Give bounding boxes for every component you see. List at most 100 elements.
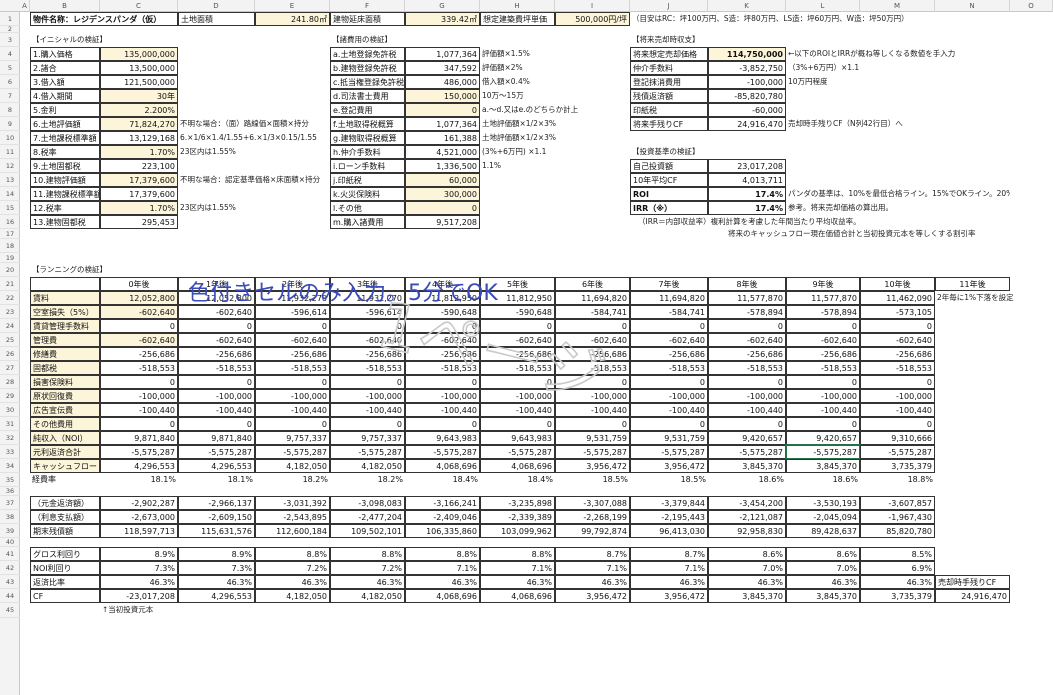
yield-4-year-0[interactable]: -23,017,208 [100, 589, 178, 603]
running-5-year-5[interactable]: -256,686 [480, 347, 555, 361]
initial-label-3[interactable]: 3.借入額 [30, 75, 100, 89]
running-12-year-9[interactable]: -5,575,287 [785, 444, 861, 460]
loan-1-year-9[interactable]: -3,530,193 [786, 496, 860, 510]
running-6-year-8[interactable]: -518,553 [708, 361, 786, 375]
running-1-year-10[interactable]: 11,462,090 [860, 291, 935, 305]
sale-note-2[interactable]: （3%+6万円）×1.1 [786, 61, 1010, 75]
running-13-year-9[interactable]: 3,845,370 [786, 459, 860, 473]
expense-value-2[interactable]: 347,592 [405, 61, 480, 75]
running-8-year-1[interactable]: -100,000 [178, 389, 255, 403]
running-section-title[interactable]: 【ランニングの検証】 [30, 263, 178, 277]
expense-ratio-year-8[interactable]: 18.6% [708, 473, 786, 487]
initial-label-11[interactable]: 11.建物課税標準額 [30, 187, 100, 201]
running-12-year-0[interactable]: -5,575,287 [100, 445, 178, 459]
loan-1-year-7[interactable]: -3,379,844 [630, 496, 708, 510]
running-9-year-8[interactable]: -100,440 [708, 403, 786, 417]
expense-note-6[interactable]: 土地評価額×1/2×3% [480, 117, 630, 131]
running-10-year-1[interactable]: 0 [178, 417, 255, 431]
unit-cost-label[interactable]: 想定建築費坪単価 [480, 12, 555, 26]
sale-value-4[interactable]: -85,820,780 [708, 89, 786, 103]
running-13-year-0[interactable]: 4,296,553 [100, 459, 178, 473]
running-4-year-7[interactable]: -602,640 [630, 333, 708, 347]
running-13-year-5[interactable]: 4,068,696 [480, 459, 555, 473]
expense-ratio-year-2[interactable]: 18.2% [255, 473, 330, 487]
running-5-year-3[interactable]: -256,686 [330, 347, 405, 361]
yield-1-year-4[interactable]: 8.8% [405, 547, 480, 561]
running-10-year-3[interactable]: 0 [330, 417, 405, 431]
expense-ratio-year-10[interactable]: 18.8% [860, 473, 935, 487]
running-8-year-8[interactable]: -100,000 [708, 389, 786, 403]
running-1-year-0[interactable]: 12,052,800 [100, 291, 178, 305]
floor-area-label[interactable]: 建物延床面積 [330, 12, 405, 26]
running-7-year-1[interactable]: 0 [178, 375, 255, 389]
running-12-year-8[interactable]: -5,575,287 [708, 445, 786, 459]
expense-label-2[interactable]: b.建物登録免許税 [330, 61, 405, 75]
sale-section-title[interactable]: 【将来売却時収支】 [630, 33, 786, 47]
running-13-year-6[interactable]: 3,956,472 [555, 459, 630, 473]
sale-value-6[interactable]: 24,916,470 [708, 117, 786, 131]
yield-label-4[interactable]: CF [30, 589, 100, 603]
running-13-year-3[interactable]: 4,182,050 [330, 459, 405, 473]
year-header-0[interactable]: 0年後 [100, 277, 178, 291]
running-3-year-7[interactable]: 0 [630, 319, 708, 333]
loan-3-year-4[interactable]: 106,335,860 [405, 524, 480, 538]
yield-4-year-2[interactable]: 4,182,050 [255, 589, 330, 603]
invest-note-3[interactable]: （IRR＝内部収益率）複利計算を考慮した年間当たり平均収益率。 [630, 215, 935, 229]
loan-2-year-6[interactable]: -2,268,199 [555, 510, 630, 524]
running-3-year-6[interactable]: 0 [555, 319, 630, 333]
loan-1-year-2[interactable]: -3,031,392 [255, 496, 330, 510]
yield-4-year-5[interactable]: 4,068,696 [480, 589, 555, 603]
expense-note-3[interactable]: 借入額×0.4% [480, 75, 630, 89]
loan-3-year-1[interactable]: 115,631,576 [178, 524, 255, 538]
running-10-year-0[interactable]: 0 [100, 417, 178, 431]
floor-area-value[interactable]: 339.42㎡ [405, 12, 480, 26]
yield-4-year-10[interactable]: 3,735,379 [860, 589, 935, 603]
running-4-year-2[interactable]: -602,640 [255, 333, 330, 347]
yield-2-year-5[interactable]: 7.1% [480, 561, 555, 575]
running-4-year-5[interactable]: -602,640 [480, 333, 555, 347]
running-5-year-6[interactable]: -256,686 [555, 347, 630, 361]
sale-value-2[interactable]: -3,852,750 [708, 61, 786, 75]
running-11-year-3[interactable]: 9,757,337 [330, 431, 405, 445]
running-8-year-0[interactable]: -100,000 [100, 389, 178, 403]
running-2-year-2[interactable]: -596,614 [255, 305, 330, 319]
yield-3-year-2[interactable]: 46.3% [255, 575, 330, 589]
running-2-year-8[interactable]: -578,894 [708, 305, 786, 319]
running-6-year-6[interactable]: -518,553 [555, 361, 630, 375]
side-note[interactable]: 2年毎に1%下落を設定 [935, 291, 1053, 305]
initial-label-4[interactable]: 4.借入期間 [30, 89, 100, 103]
yield-1-year-0[interactable]: 8.9% [100, 547, 178, 561]
initial-label-5[interactable]: 5.金利 [30, 103, 100, 117]
invest-note-1[interactable]: パンダの基準は、10%を最低合格ライン。15%でOKライン。20%で全力購入 [786, 187, 1010, 201]
initial-value-7[interactable]: 13,129,168 [100, 131, 178, 145]
running-3-year-9[interactable]: 0 [786, 319, 860, 333]
running-10-year-2[interactable]: 0 [255, 417, 330, 431]
initial-note-8[interactable]: 23区内は1.55% [178, 145, 330, 159]
yield-2-year-6[interactable]: 7.1% [555, 561, 630, 575]
expense-ratio-year-4[interactable]: 18.4% [405, 473, 480, 487]
running-2-year-1[interactable]: -602,640 [178, 305, 255, 319]
running-3-year-8[interactable]: 0 [708, 319, 786, 333]
yield-1-year-6[interactable]: 8.7% [555, 547, 630, 561]
sale-label-4[interactable]: 残債返済額 [630, 89, 708, 103]
running-11-year-4[interactable]: 9,643,983 [405, 431, 480, 445]
loan-2-year-4[interactable]: -2,409,046 [405, 510, 480, 524]
running-13-year-2[interactable]: 4,182,050 [255, 459, 330, 473]
running-3-year-3[interactable]: 0 [330, 319, 405, 333]
running-2-year-10[interactable]: -573,105 [860, 305, 935, 319]
running-11-year-10[interactable]: 9,310,666 [860, 431, 935, 445]
running-3-year-0[interactable]: 0 [100, 319, 178, 333]
loan-label-3[interactable]: 期末残債額 [30, 524, 100, 538]
running-3-year-1[interactable]: 0 [178, 319, 255, 333]
loan-1-year-5[interactable]: -3,235,898 [480, 496, 555, 510]
running-7-year-4[interactable]: 0 [405, 375, 480, 389]
expense-ratio-year-9[interactable]: 18.6% [786, 473, 860, 487]
invest-value-1[interactable]: 23,017,208 [708, 159, 786, 173]
sale-value-1[interactable]: 114,750,000 [708, 47, 786, 61]
loan-3-year-2[interactable]: 112,600,184 [255, 524, 330, 538]
running-1-year-9[interactable]: 11,577,870 [786, 291, 860, 305]
initial-label-8[interactable]: 8.税率 [30, 145, 100, 159]
running-1-year-7[interactable]: 11,694,820 [630, 291, 708, 305]
running-5-year-4[interactable]: -256,686 [405, 347, 480, 361]
running-6-year-5[interactable]: -518,553 [480, 361, 555, 375]
